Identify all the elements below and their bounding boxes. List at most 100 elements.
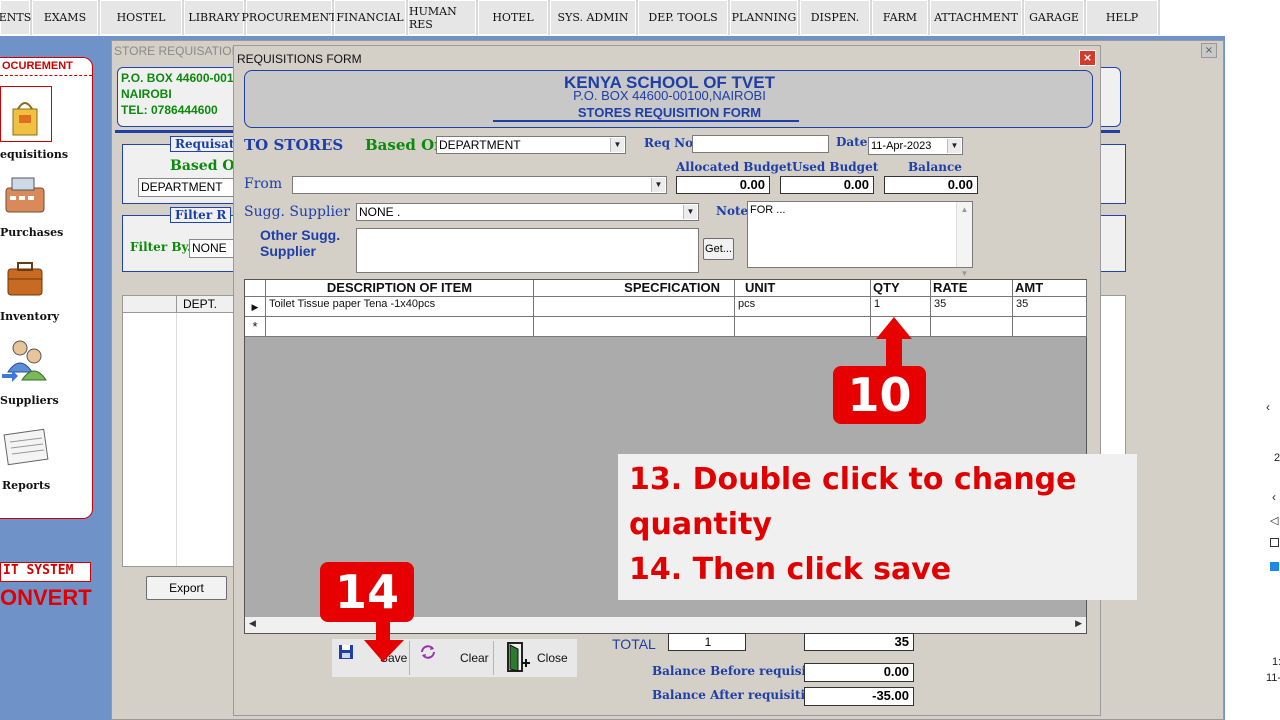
total-amt-field[interactable]: 35 (804, 633, 914, 651)
chevron-left-icon[interactable]: ‹ (1266, 400, 1270, 414)
current-row-marker[interactable]: ▶ (245, 297, 266, 317)
menu-farm[interactable]: FARM (872, 0, 928, 35)
sidebar-item-reports[interactable]: Reports (0, 418, 92, 496)
column-header-qty[interactable]: QTY (871, 280, 931, 297)
table-row-rate[interactable]: 35 (931, 297, 1013, 317)
balance-field[interactable]: 0.00 (884, 176, 978, 194)
grid-header-dept[interactable]: DEPT. (176, 296, 233, 313)
menu-dispen[interactable]: DISPEN. (800, 0, 870, 35)
new-row-unit[interactable] (735, 317, 871, 337)
display-icon[interactable] (1270, 538, 1279, 547)
menu-hotel[interactable]: HOTEL (478, 0, 548, 35)
menu-library[interactable]: LIBRARY (184, 0, 244, 35)
instruction-line-2: quantity (629, 507, 772, 542)
requisitions-grid[interactable]: DEPT. (122, 295, 234, 567)
speaker-icon[interactable]: ◁ (1270, 514, 1278, 527)
table-row-specification[interactable] (534, 297, 735, 317)
note-textarea[interactable]: FOR ... ▲ ▼ (747, 201, 973, 278)
total-qty-field[interactable]: 1 (668, 633, 746, 651)
table-row-amt[interactable]: 35 (1013, 297, 1087, 317)
sidebar-item-suppliers[interactable]: Suppliers (0, 334, 92, 414)
chevron-left-icon[interactable]: ‹ (1272, 490, 1276, 504)
column-header-specification[interactable]: SPECFICATION (534, 280, 735, 297)
table-row-description[interactable]: Toilet Tissue paper Tena -1x40pcs (266, 297, 534, 317)
req-no-label: Req No. (644, 136, 698, 150)
cash-register-icon (5, 177, 45, 213)
new-row-amt[interactable] (1013, 317, 1087, 337)
procurement-side-panel: OCUREMENT equisitions Purchases Inventor… (0, 57, 93, 519)
chevron-down-icon[interactable]: ▼ (947, 139, 961, 153)
menu-attachment[interactable]: ATTACHMENT (930, 0, 1022, 35)
column-header-rate[interactable]: RATE (931, 280, 1013, 297)
balance-before-field[interactable]: 0.00 (804, 663, 914, 682)
chevron-down-icon[interactable]: ▼ (683, 205, 697, 219)
export-button[interactable]: Export (146, 576, 227, 600)
from-select[interactable]: ▼ (292, 176, 667, 194)
close-icon[interactable]: × (1201, 43, 1217, 58)
sidebar-item-purchases[interactable]: Purchases (0, 168, 92, 243)
other-supplier-textarea[interactable] (356, 228, 699, 273)
other-sugg-label: Other Sugg. (260, 227, 341, 243)
balance-after-field[interactable]: -35.00 (804, 687, 914, 706)
convert-label[interactable]: ONVERT (0, 585, 92, 611)
refresh-icon (421, 645, 435, 659)
note-value: FOR ... (750, 204, 786, 216)
table-row-qty[interactable]: 1 (871, 297, 931, 317)
note-scrollbar[interactable]: ▲ ▼ (956, 202, 972, 278)
menu-dep-tools[interactable]: DEP. TOOLS (638, 0, 728, 35)
date-picker[interactable]: 11-Apr-2023 ▼ (868, 137, 963, 155)
sugg-supplier-select[interactable]: NONE . ▼ (356, 203, 699, 221)
step-10-callout: 10 (833, 366, 926, 424)
chevron-down-icon[interactable]: ▼ (610, 138, 624, 152)
clear-label: Clear (460, 651, 489, 665)
close-button[interactable]: Close (496, 639, 576, 677)
arrow-up-icon (876, 317, 912, 369)
scroll-left-icon[interactable]: ◀ (249, 619, 256, 629)
menu-procurement[interactable]: PROCUREMENT (242, 0, 336, 35)
grid-corner (245, 280, 266, 297)
menu-human-res[interactable]: HUMAN RES (408, 0, 476, 35)
used-budget-field[interactable]: 0.00 (780, 176, 874, 194)
column-header-amt[interactable]: AMT (1013, 280, 1087, 297)
menu-hostel[interactable]: HOSTEL (100, 0, 182, 35)
close-label: Close (537, 651, 568, 665)
sidebar-item-inventory[interactable]: Inventory (0, 251, 92, 326)
new-row-rate[interactable] (931, 317, 1013, 337)
new-row-marker[interactable]: * (245, 317, 266, 337)
chevron-down-icon[interactable]: ▼ (651, 178, 665, 192)
clear-button[interactable]: Clear (412, 639, 492, 677)
date-value: 11-Apr-2023 (871, 140, 932, 152)
exit-door-icon (507, 642, 530, 672)
close-icon[interactable]: × (1079, 50, 1096, 66)
based-on-select[interactable]: DEPARTMENT ▼ (436, 136, 626, 154)
menu-students[interactable]: ENTS (0, 0, 31, 35)
from-label: From (244, 176, 283, 192)
network-icon[interactable] (1270, 562, 1279, 571)
based-on-field[interactable]: DEPARTMENT (138, 178, 234, 197)
filter-by-field[interactable]: NONE (189, 239, 234, 258)
new-row-description[interactable] (266, 317, 534, 337)
menu-garage[interactable]: GARAGE (1024, 0, 1084, 35)
system-label: IT SYSTEM (0, 562, 91, 582)
balance-after-label: Balance After requisition. (652, 688, 826, 702)
right-edge-text-3: 11- (1266, 672, 1280, 684)
req-no-input[interactable] (692, 135, 829, 153)
get-button[interactable]: Get... (703, 238, 734, 260)
menu-planning[interactable]: PLANNING (730, 0, 798, 35)
right-edge-strip: ‹ 2 ‹ ◁ 1: 11- (1260, 396, 1280, 696)
allocated-budget-field[interactable]: 0.00 (676, 176, 770, 194)
table-row-unit[interactable]: pcs (735, 297, 871, 317)
sidebar-item-label: equisitions (0, 148, 69, 161)
sidebar-item-label: Suppliers (0, 394, 59, 407)
column-header-unit[interactable]: UNIT (735, 280, 871, 297)
menu-financial[interactable]: FINANCIAL (334, 0, 406, 35)
scroll-right-icon[interactable]: ▶ (1075, 619, 1082, 629)
based-on-value: DEPARTMENT (439, 138, 521, 152)
sidebar-item-requisitions[interactable]: equisitions (0, 84, 92, 164)
instruction-line-3: 14. Then click save (629, 552, 952, 587)
column-header-description[interactable]: DESCRIPTION OF ITEM (266, 280, 534, 297)
new-row-specification[interactable] (534, 317, 735, 337)
menu-help[interactable]: HELP (1086, 0, 1158, 35)
menu-sys-admin[interactable]: SYS. ADMIN (550, 0, 636, 35)
menu-exams[interactable]: EXAMS (32, 0, 98, 35)
